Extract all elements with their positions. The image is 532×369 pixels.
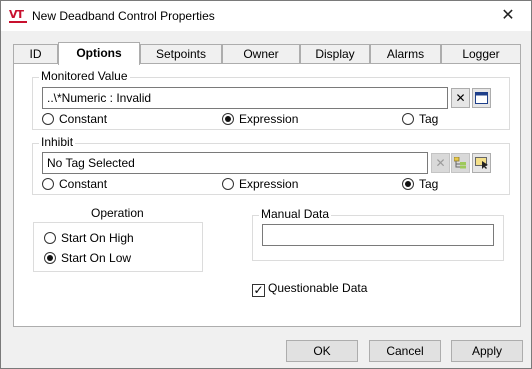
tab-strip: ID Options Setpoints Owner Display Alarm… [13, 42, 521, 65]
tab-display[interactable]: Display [300, 44, 370, 64]
tab-logger[interactable]: Logger [441, 44, 521, 64]
cancel-button[interactable]: Cancel [369, 340, 441, 362]
window-title: New Deadband Control Properties [32, 9, 215, 23]
radio-dot-selected [402, 178, 414, 190]
options-panel: Monitored Value ..\*Numeric : Invalid ✕ … [13, 63, 521, 327]
clear-x-icon: ✕ [431, 153, 450, 173]
manual-data-label: Manual Data [259, 207, 332, 221]
inhibit-tag-radio[interactable]: Tag [402, 176, 438, 192]
monitored-value-label: Monitored Value [39, 69, 130, 83]
operation-label: Operation [91, 206, 144, 220]
select-glyph-icon [474, 157, 488, 169]
radio-dot [42, 113, 54, 125]
radio-dot [42, 178, 54, 190]
questionable-data-checkbox[interactable]: ✓ Questionable Data [252, 280, 367, 297]
monitored-expression-radio[interactable]: Expression [222, 111, 298, 127]
checkmark-icon: ✓ [252, 283, 265, 297]
window-icon[interactable] [472, 88, 491, 108]
monitored-value-field[interactable]: ..\*Numeric : Invalid [42, 87, 448, 109]
tag-tree-icon [451, 153, 470, 173]
start-on-high-radio[interactable]: Start On High [44, 230, 134, 246]
app-logo-icon: VT [9, 7, 27, 23]
tab-setpoints[interactable]: Setpoints [140, 44, 222, 64]
apply-button[interactable]: Apply [451, 340, 523, 362]
radio-dot [402, 113, 414, 125]
tag-select-icon[interactable] [472, 153, 491, 173]
radio-dot [222, 178, 234, 190]
inhibit-expression-radio[interactable]: Expression [222, 176, 298, 192]
tab-options[interactable]: Options [58, 42, 140, 65]
dialog-window: VT New Deadband Control Properties ✕ ID … [0, 0, 532, 369]
inhibit-label: Inhibit [39, 135, 76, 149]
clear-x-icon[interactable]: ✕ [451, 88, 470, 108]
tab-owner[interactable]: Owner [222, 44, 300, 64]
radio-dot-selected [222, 113, 234, 125]
radio-dot [44, 232, 56, 244]
start-on-low-radio[interactable]: Start On Low [44, 250, 131, 266]
close-icon[interactable]: ✕ [485, 1, 531, 31]
inhibit-constant-radio[interactable]: Constant [42, 176, 107, 192]
tree-glyph-icon [453, 156, 466, 169]
tab-id[interactable]: ID [13, 44, 58, 64]
monitored-constant-radio[interactable]: Constant [42, 111, 107, 127]
tab-alarms[interactable]: Alarms [370, 44, 441, 64]
radio-dot-selected [44, 252, 56, 264]
inhibit-field[interactable]: No Tag Selected [42, 152, 428, 174]
manual-data-field[interactable] [262, 224, 494, 246]
window-glyph-icon [475, 92, 488, 104]
title-bar: VT New Deadband Control Properties ✕ [1, 1, 531, 31]
ok-button[interactable]: OK [286, 340, 358, 362]
monitored-tag-radio[interactable]: Tag [402, 111, 438, 127]
